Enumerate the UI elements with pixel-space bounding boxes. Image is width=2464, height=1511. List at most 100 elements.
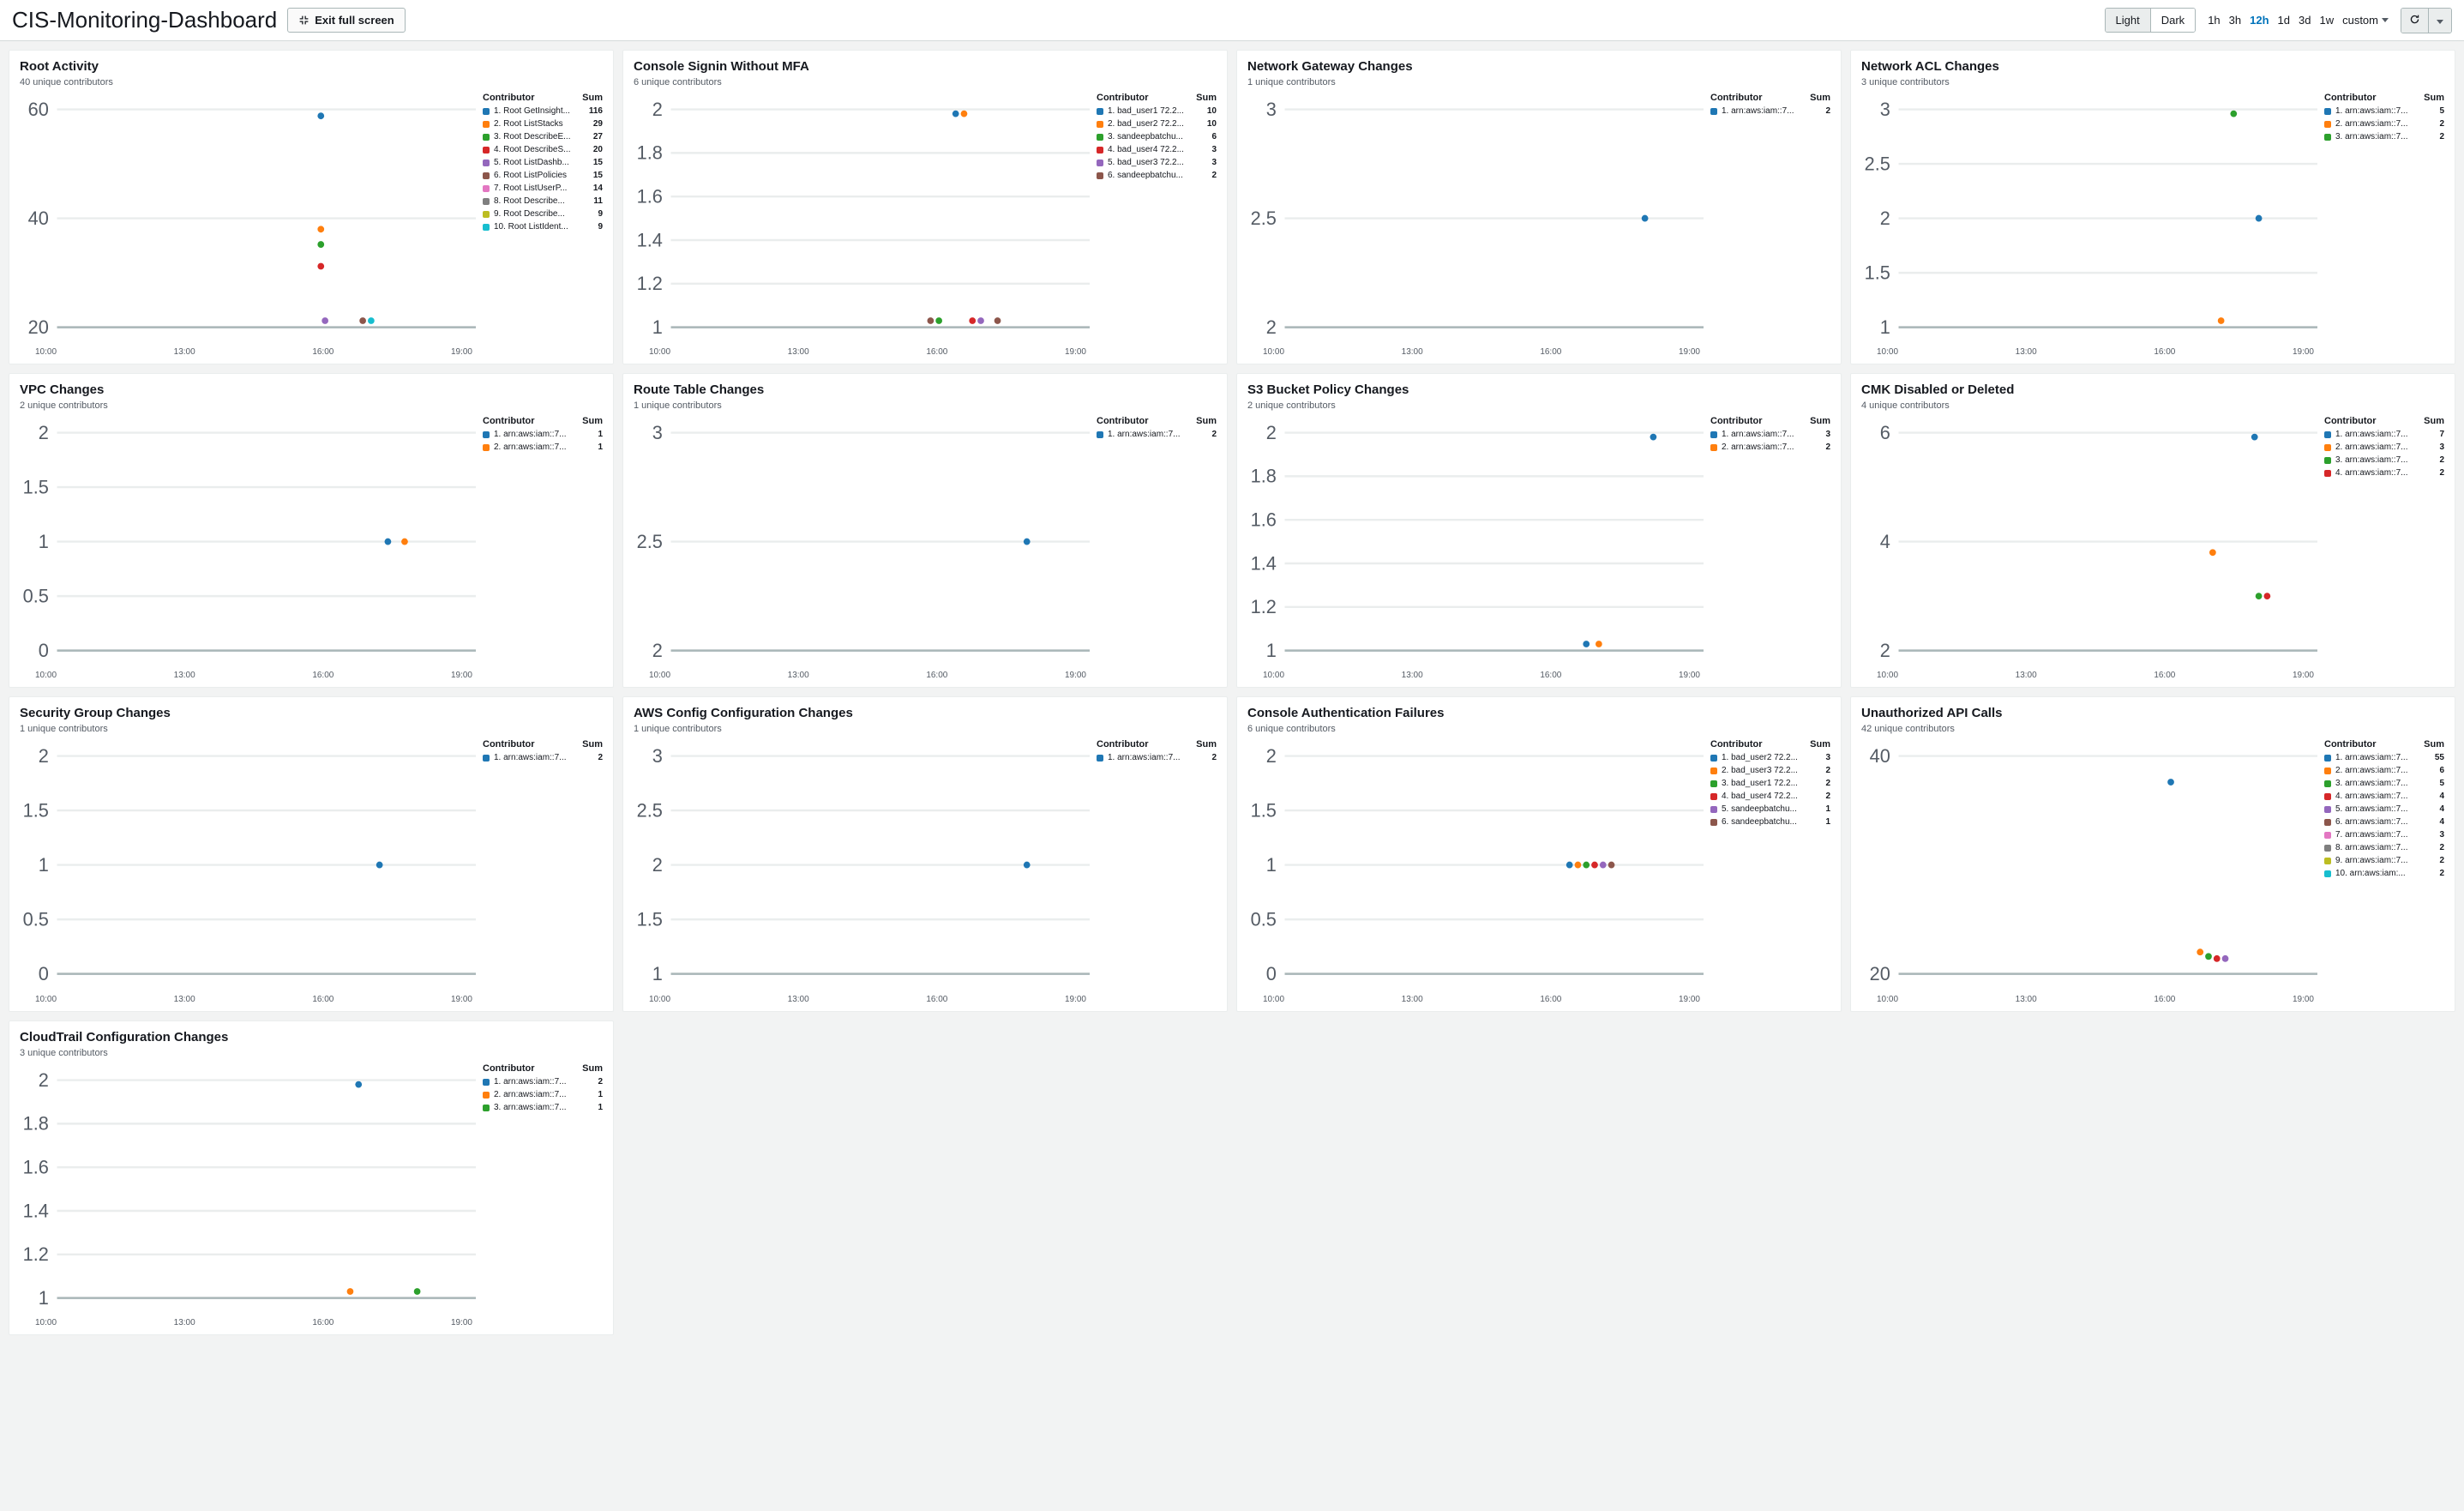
legend-row[interactable]: 2. arn:aws:iam::7...3 [2324,442,2444,453]
legend-row[interactable]: 2. arn:aws:iam::7...2 [1710,442,1830,453]
legend-row[interactable]: 6. Root ListPolicies15 [483,171,603,181]
legend-row[interactable]: 3. sandeepbatchu...6 [1097,132,1217,142]
exit-fullscreen-button[interactable]: Exit full screen [287,8,405,33]
legend-row[interactable]: 1. arn:aws:iam::7...2 [483,753,603,763]
chart-plot[interactable]: 00.511.52 [20,739,476,990]
legend-row[interactable]: 1. bad_user2 72.2...3 [1710,753,1830,763]
legend-row[interactable]: 1. arn:aws:iam::7...3 [1710,430,1830,440]
legend-row[interactable]: 3. bad_user1 72.2...2 [1710,779,1830,789]
legend-row[interactable]: 2. arn:aws:iam::7...2 [2324,119,2444,129]
chart-plot[interactable]: 11.21.41.61.82 [1247,416,1704,667]
legend-row[interactable]: 2. arn:aws:iam::7...1 [483,1090,603,1100]
legend-row[interactable]: 10. Root ListIdent...9 [483,222,603,232]
legend-row[interactable]: 8. Root Describe...11 [483,196,603,207]
legend-row[interactable]: 2. arn:aws:iam::7...1 [483,442,603,453]
theme-light-button[interactable]: Light [2106,9,2150,32]
legend-swatch [483,198,490,205]
widget-card: Network Gateway Changes1 unique contribu… [1236,50,1842,364]
legend-row[interactable]: 1. arn:aws:iam::7...2 [483,1077,603,1087]
legend-row[interactable]: 5. sandeepbatchu...1 [1710,804,1830,815]
chart-plot[interactable]: 11.21.41.61.82 [634,93,1090,344]
legend-swatch [2324,108,2331,115]
chart-plot[interactable]: 204060 [20,93,476,344]
chart-plot[interactable]: 11.522.53 [1861,93,2317,344]
legend-row[interactable]: 4. bad_user4 72.2...3 [1097,145,1217,155]
chart-plot[interactable]: 2040 [1861,739,2317,990]
legend-sum: 2 [1211,753,1217,763]
legend-row[interactable]: 6. sandeepbatchu...1 [1710,817,1830,828]
legend-row[interactable]: 7. arn:aws:iam::7...3 [2324,830,2444,840]
legend-row[interactable]: 6. sandeepbatchu...2 [1097,171,1217,181]
svg-text:2.5: 2.5 [637,531,663,552]
range-1h[interactable]: 1h [2208,14,2220,27]
legend-label: 2. arn:aws:iam::7... [494,442,593,453]
legend-row[interactable]: 1. arn:aws:iam::7...5 [2324,106,2444,117]
legend-row[interactable]: 7. Root ListUserP...14 [483,184,603,194]
legend-swatch [2324,870,2331,877]
legend-sum: 1 [598,1103,603,1113]
widget-subtitle: 1 unique contributors [20,724,603,734]
theme-dark-button[interactable]: Dark [2150,9,2195,32]
legend-row[interactable]: 1. bad_user1 72.2...10 [1097,106,1217,117]
legend-row[interactable]: 6. arn:aws:iam::7...4 [2324,817,2444,828]
legend-sum: 2 [1211,171,1217,181]
legend-row[interactable]: 4. arn:aws:iam::7...2 [2324,468,2444,479]
legend-row[interactable]: 1. arn:aws:iam::7...7 [2324,430,2444,440]
legend-row[interactable]: 3. arn:aws:iam::7...2 [2324,455,2444,466]
legend-row[interactable]: 4. arn:aws:iam::7...4 [2324,792,2444,802]
range-12h[interactable]: 12h [2250,14,2269,27]
legend-sum: 2 [2439,468,2444,479]
legend-row[interactable]: 9. Root Describe...9 [483,209,603,220]
chart-plot[interactable]: 22.53 [634,416,1090,667]
chart-plot[interactable]: 00.511.52 [20,416,476,667]
range-1w[interactable]: 1w [2319,14,2334,27]
legend-row[interactable]: 1. arn:aws:iam::7...1 [483,430,603,440]
svg-text:2: 2 [39,745,49,767]
chart-plot[interactable]: 11.522.53 [634,739,1090,990]
range-3d[interactable]: 3d [2299,14,2311,27]
range-1d[interactable]: 1d [2278,14,2290,27]
legend-row[interactable]: 1. arn:aws:iam::7...2 [1097,753,1217,763]
widget-subtitle: 1 unique contributors [634,400,1217,411]
legend-row[interactable]: 4. Root DescribeS...20 [483,145,603,155]
legend-row[interactable]: 1. arn:aws:iam::7...2 [1710,106,1830,117]
refresh-button[interactable] [2401,9,2428,33]
range-3h[interactable]: 3h [2229,14,2241,27]
x-tick: 10:00 [35,347,57,357]
legend-row[interactable]: 1. arn:aws:iam::7...55 [2324,753,2444,763]
chart-plot[interactable]: 11.21.41.61.82 [20,1063,476,1315]
legend-row[interactable]: 5. arn:aws:iam::7...4 [2324,804,2444,815]
legend-row[interactable]: 3. arn:aws:iam::7...1 [483,1103,603,1113]
legend-row[interactable]: 4. bad_user4 72.2...2 [1710,792,1830,802]
legend-label: 8. Root Describe... [494,196,589,207]
legend-row[interactable]: 1. Root GetInsight...116 [483,106,603,117]
legend-row[interactable]: 2. Root ListStacks29 [483,119,603,129]
legend-label: 1. bad_user2 72.2... [1722,753,1821,763]
x-tick: 16:00 [312,1318,334,1327]
chart-plot[interactable]: 00.511.52 [1247,739,1704,990]
legend-row[interactable]: 2. bad_user2 72.2...10 [1097,119,1217,129]
legend-row[interactable]: 5. bad_user3 72.2...3 [1097,158,1217,168]
svg-text:1.2: 1.2 [1251,596,1277,617]
x-axis: 10:0013:0016:0019:00 [20,667,476,680]
chart-plot[interactable]: 246 [1861,416,2317,667]
legend-row[interactable]: 3. arn:aws:iam::7...2 [2324,132,2444,142]
refresh-menu-button[interactable] [2428,9,2451,33]
legend-row[interactable]: 8. arn:aws:iam::7...2 [2324,843,2444,853]
chevron-down-icon [2437,20,2443,24]
widget-card: Network ACL Changes3 unique contributors… [1850,50,2455,364]
chart-plot[interactable]: 22.53 [1247,93,1704,344]
x-axis: 10:0013:0016:0019:00 [1861,991,2317,1004]
legend-row[interactable]: 5. Root ListDashb...15 [483,158,603,168]
legend-row[interactable]: 9. arn:aws:iam::7...2 [2324,856,2444,866]
legend-row[interactable]: 3. arn:aws:iam::7...5 [2324,779,2444,789]
range-custom[interactable]: custom [2342,14,2389,27]
legend-row[interactable]: 2. arn:aws:iam::7...6 [2324,766,2444,776]
legend-row[interactable]: 3. Root DescribeE...27 [483,132,603,142]
legend-row[interactable]: 1. arn:aws:iam::7...2 [1097,430,1217,440]
svg-text:2: 2 [1266,422,1277,443]
svg-text:3: 3 [1880,99,1890,120]
legend-row[interactable]: 10. arn:aws:iam:...2 [2324,869,2444,879]
legend-row[interactable]: 2. bad_user3 72.2...2 [1710,766,1830,776]
svg-text:3: 3 [652,422,663,443]
